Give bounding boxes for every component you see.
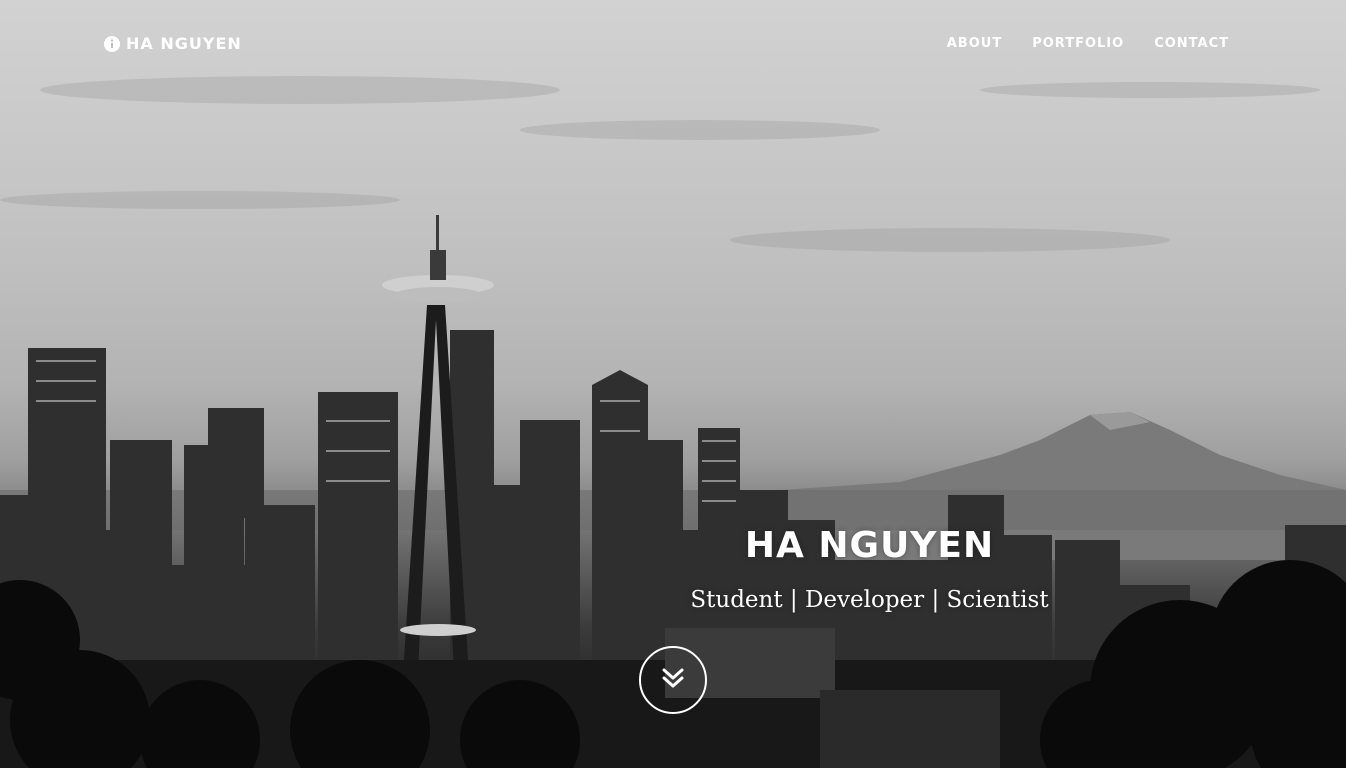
scroll-down-button[interactable] (639, 646, 707, 714)
double-chevron-down-icon (659, 664, 687, 697)
brand-link[interactable]: HA NGUYEN (104, 34, 242, 53)
hero-headline: HA NGUYEN Student | Developer | Scientis… (0, 522, 1346, 618)
hero-section: HA NGUYEN ABOUT PORTFOLIO CONTACT HA NGU… (0, 0, 1346, 768)
hero-subtitle: Student | Developer | Scientist (690, 587, 1049, 613)
hero-title: HA NGUYEN (744, 525, 995, 566)
nav-link-about[interactable]: ABOUT (947, 36, 1002, 51)
brand-name: HA NGUYEN (126, 34, 242, 53)
top-navbar: HA NGUYEN ABOUT PORTFOLIO CONTACT (0, 0, 1346, 90)
nav-link-contact[interactable]: CONTACT (1154, 36, 1229, 51)
nav-links: ABOUT PORTFOLIO CONTACT (947, 36, 1229, 51)
info-circle-icon (104, 35, 120, 52)
nav-link-portfolio[interactable]: PORTFOLIO (1032, 36, 1124, 51)
